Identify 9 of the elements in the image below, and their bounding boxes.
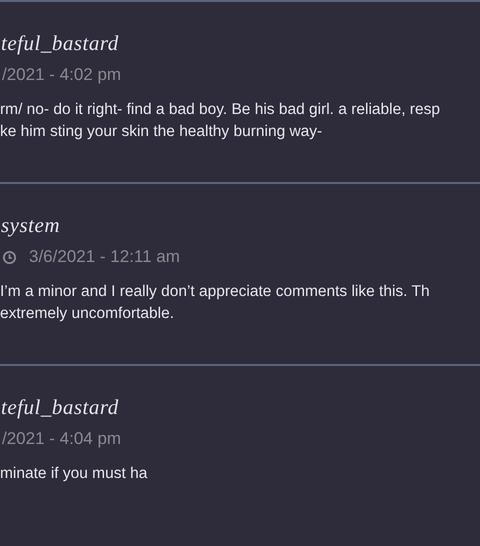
comment-author: teful_bastard: [0, 30, 120, 57]
comment-date: /2021 - 4:02 pm: [2, 64, 122, 86]
comment-text: minate if you must ha: [0, 464, 148, 484]
comment-date: 3/6/2021 - 12:11 am: [29, 246, 180, 268]
comment-text: rm/ no- do it right- find a bad boy. Be his bad girl. a reliable, resp ke him sting your skin the healthy burning way-: [0, 100, 441, 142]
comment-text: I’m a minor and I really don’t appreciate comments like this. Th extremely uncomfortable.: [0, 282, 431, 324]
comment-author: system: [0, 212, 61, 239]
comment-author: teful_bastard: [0, 394, 120, 421]
comment-date: /2021 - 4:04 pm: [2, 428, 122, 450]
